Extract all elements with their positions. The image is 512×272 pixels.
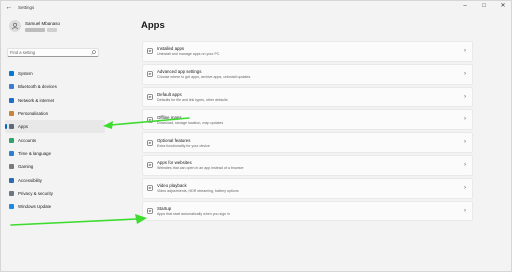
- sidebar-item-system[interactable]: System: [5, 67, 105, 80]
- video-playback-icon: [147, 185, 153, 191]
- network-icon: [9, 97, 14, 103]
- chevron-right-icon: ›: [464, 161, 466, 168]
- settings-window: ← Settings – □ ✕ Samuel Mbanaso Find a s…: [0, 0, 512, 272]
- apps-for-websites-icon: [147, 162, 153, 169]
- back-arrow-icon[interactable]: ←: [3, 2, 15, 13]
- default-apps-icon: [147, 94, 153, 100]
- accessibility-icon: [9, 177, 14, 183]
- window-title: Settings: [18, 5, 35, 10]
- sidebar-nav: System Bluetooth & devices Network & inter…: [5, 67, 105, 213]
- card-description: Apps that start automatically when you s…: [157, 211, 230, 216]
- accounts-icon: [9, 137, 14, 143]
- settings-card-default-apps[interactable]: Default apps Defaults for file and link t…: [142, 86, 473, 108]
- chevron-right-icon: ›: [464, 48, 466, 54]
- chevron-right-icon: ›: [464, 207, 466, 214]
- windows-update-icon: [9, 204, 14, 210]
- system-icon: [9, 71, 14, 77]
- card-title: Default apps: [157, 91, 182, 97]
- card-description: Extra functionality for your device: [157, 143, 210, 148]
- chevron-right-icon: ›: [464, 139, 466, 146]
- profile-email-redacted: [25, 27, 60, 32]
- time-language-icon: [9, 150, 14, 156]
- privacy-shield-icon: [9, 190, 14, 196]
- sidebar-item-bluetooth-devices[interactable]: Bluetooth & devices: [5, 80, 105, 93]
- close-icon[interactable]: ✕: [499, 2, 507, 11]
- card-title: Advanced app settings: [157, 69, 202, 75]
- card-title: Optional features: [157, 137, 191, 143]
- sidebar-item-time-language[interactable]: Time & language: [5, 147, 105, 160]
- advanced-apps-icon: [147, 71, 153, 77]
- sidebar-item-label: Gaming: [18, 164, 34, 170]
- annotation-arrow-startup: [10, 214, 147, 226]
- card-title: Video playback: [157, 183, 187, 189]
- settings-card-offline-maps[interactable]: Offline maps Download, storage location, …: [142, 109, 473, 131]
- sidebar-item-accessibility[interactable]: Accessibility: [5, 173, 105, 186]
- sidebar-item-apps[interactable]: Apps: [5, 120, 105, 134]
- sidebar-item-label: Time & language: [18, 150, 52, 156]
- gaming-icon: [9, 164, 14, 170]
- settings-card-installed-apps[interactable]: Installed apps Uninstall and manage apps …: [142, 41, 473, 62]
- sidebar-item-label: Network & internet: [18, 97, 55, 103]
- sidebar-item-label: Apps: [18, 124, 29, 130]
- sidebar-item-label: Personalisation: [18, 111, 49, 117]
- profile-name: Samuel Mbanaso: [25, 20, 61, 26]
- settings-card-optional-features[interactable]: Optional features Extra functionality for…: [142, 132, 473, 153]
- chevron-right-icon: ›: [464, 116, 466, 123]
- bluetooth-icon: [9, 84, 14, 90]
- sidebar-item-accounts[interactable]: Accounts: [5, 133, 105, 146]
- search-input[interactable]: [10, 50, 90, 55]
- minimize-icon[interactable]: –: [461, 2, 469, 11]
- chevron-right-icon: ›: [464, 93, 466, 100]
- settings-card-apps-for-websites[interactable]: Apps for websites Websites that can open …: [142, 154, 473, 176]
- chevron-right-icon: ›: [464, 70, 466, 77]
- sidebar-item-personalisation[interactable]: Personalisation: [5, 107, 105, 120]
- apps-settings-list: Installed apps Uninstall and manage apps …: [142, 41, 473, 223]
- card-description: Websites that can open in an app instead…: [157, 166, 244, 171]
- settings-card-advanced-app-settings[interactable]: Advanced app settings Choose where to get…: [142, 63, 473, 85]
- sidebar-item-label: Accessibility: [18, 177, 42, 183]
- annotation-arrow-apps: [103, 117, 190, 129]
- settings-card-startup[interactable]: Startup Apps that start automatically whe…: [142, 200, 473, 222]
- sidebar-item-windows-update[interactable]: Windows Update: [5, 200, 105, 213]
- user-icon: [11, 22, 19, 30]
- sidebar-item-privacy-security[interactable]: Privacy & security: [5, 187, 105, 200]
- card-title: Apps for websites: [157, 160, 192, 166]
- search-icon[interactable]: [91, 50, 96, 55]
- sidebar: Samuel Mbanaso System Bluetooth & devices…: [1, 14, 113, 272]
- title-bar: ← Settings – □ ✕: [1, 1, 511, 14]
- window-controls: – □ ✕: [461, 2, 507, 11]
- sidebar-item-label: System: [18, 71, 33, 77]
- avatar: [9, 20, 21, 32]
- card-title: Installed apps: [157, 46, 185, 52]
- sidebar-item-gaming[interactable]: Gaming: [5, 160, 105, 173]
- chevron-right-icon: ›: [464, 184, 466, 191]
- main-content: Apps Installed apps Uninstall and manage …: [136, 14, 508, 272]
- search-box[interactable]: [7, 48, 99, 57]
- installed-apps-icon: [147, 48, 153, 55]
- sidebar-item-label: Bluetooth & devices: [18, 84, 57, 90]
- maximize-icon[interactable]: □: [480, 2, 488, 11]
- card-title: Startup: [157, 205, 172, 211]
- apps-icon: [9, 124, 14, 130]
- optional-features-icon: [147, 139, 153, 146]
- user-profile[interactable]: Samuel Mbanaso: [9, 20, 60, 32]
- sidebar-item-label: Privacy & security: [18, 190, 53, 196]
- page-title: Apps: [141, 20, 165, 31]
- sidebar-item-label: Accounts: [18, 137, 37, 143]
- card-description: Choose where to get apps, archive apps, …: [157, 75, 251, 80]
- personalisation-icon: [9, 111, 14, 117]
- card-description: Uninstall and manage apps on your PC: [157, 52, 220, 57]
- sidebar-item-network-internet[interactable]: Network & internet: [5, 94, 105, 107]
- settings-card-video-playback[interactable]: Video playback Video adjustments, HDR str…: [142, 177, 473, 199]
- card-description: Defaults for file and link types, other …: [157, 97, 228, 102]
- card-description: Video adjustments, HDR streaming, batter…: [157, 189, 239, 194]
- sidebar-item-label: Windows Update: [18, 204, 52, 210]
